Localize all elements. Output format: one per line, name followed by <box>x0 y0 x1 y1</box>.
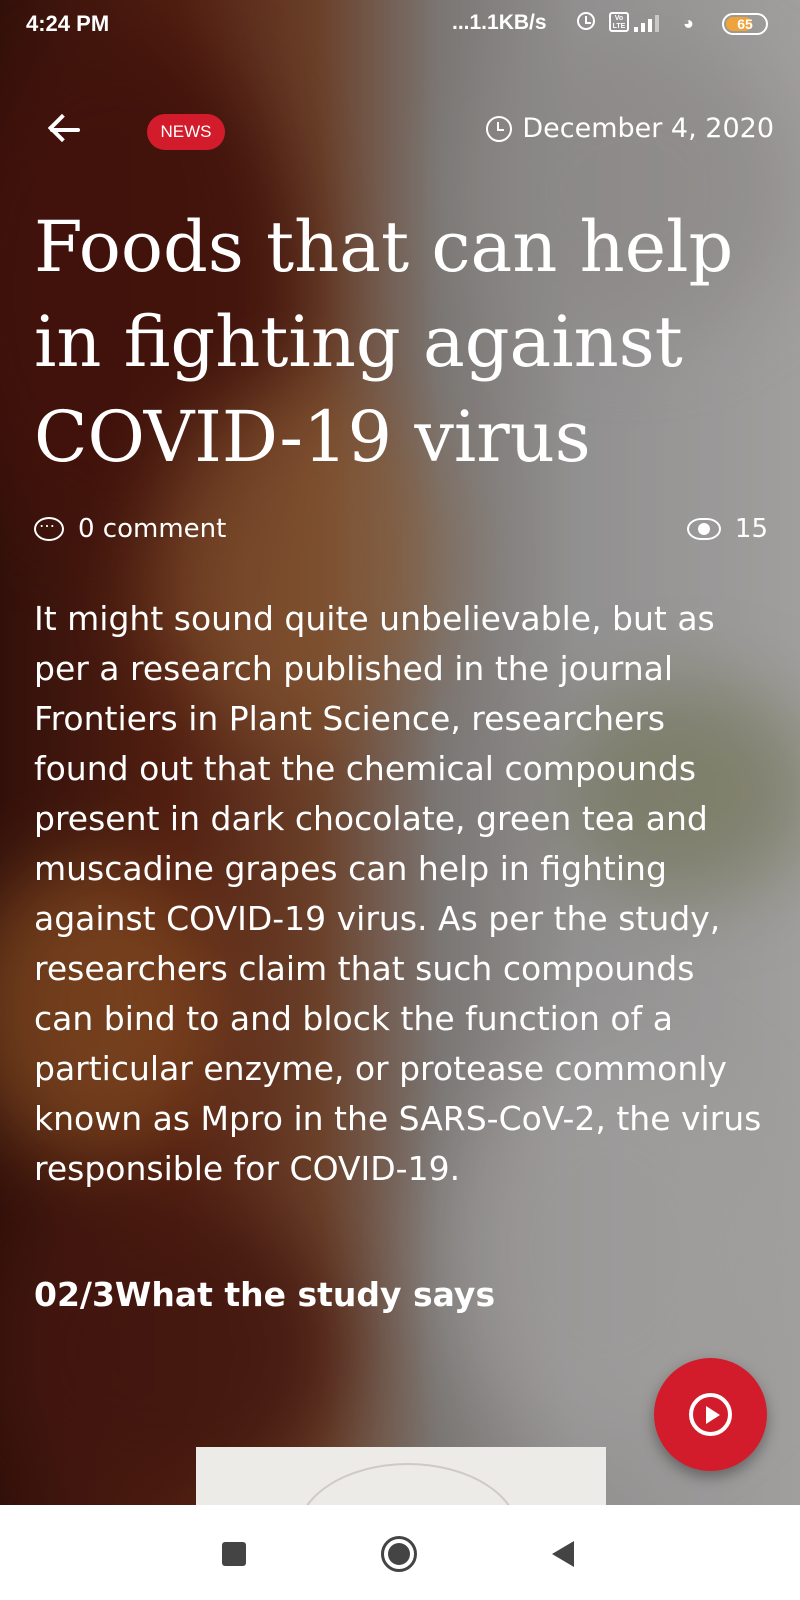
comment-icon <box>34 512 64 541</box>
signal-icon <box>634 14 668 32</box>
article-meta: 0 comment 15 <box>34 512 768 550</box>
comment-count: 0 comment <box>78 514 227 544</box>
status-time: 4:24 PM <box>26 11 110 36</box>
eye-icon <box>686 518 721 540</box>
status-bar: 4:24 PM ...1.1KB/s Vo LTE ◕ 65 <box>0 0 800 50</box>
nav-back-icon[interactable] <box>552 1541 574 1567</box>
article-title: Foods that can help in fighting against … <box>34 206 734 478</box>
publish-date: December 4, 2020 <box>486 113 774 144</box>
section-heading: 02/3What the study says <box>34 1275 496 1314</box>
home-icon[interactable] <box>381 1536 417 1572</box>
battery-icon: 65 <box>722 13 768 35</box>
view-count-value: 15 <box>734 514 768 544</box>
play-audio-button[interactable] <box>654 1358 767 1471</box>
view-count: 15 <box>686 514 768 544</box>
date-text: December 4, 2020 <box>522 113 774 144</box>
back-arrow-icon[interactable] <box>46 112 86 148</box>
system-navigation-bar <box>0 1505 800 1600</box>
volte-icon: Vo LTE <box>609 12 629 32</box>
clock-icon <box>486 115 513 142</box>
article-image <box>196 1447 606 1507</box>
network-speed: ...1.1KB/s <box>452 11 547 34</box>
comments-link[interactable]: 0 comment <box>34 512 227 544</box>
article-body: It might sound quite unbelievable, but a… <box>34 599 762 1188</box>
alarm-icon <box>577 12 595 30</box>
wifi-icon: ◕ <box>683 13 694 33</box>
play-icon <box>689 1393 732 1436</box>
category-badge[interactable]: NEWS <box>147 114 225 150</box>
recent-apps-icon[interactable] <box>222 1542 246 1566</box>
battery-level: 65 <box>737 16 753 32</box>
